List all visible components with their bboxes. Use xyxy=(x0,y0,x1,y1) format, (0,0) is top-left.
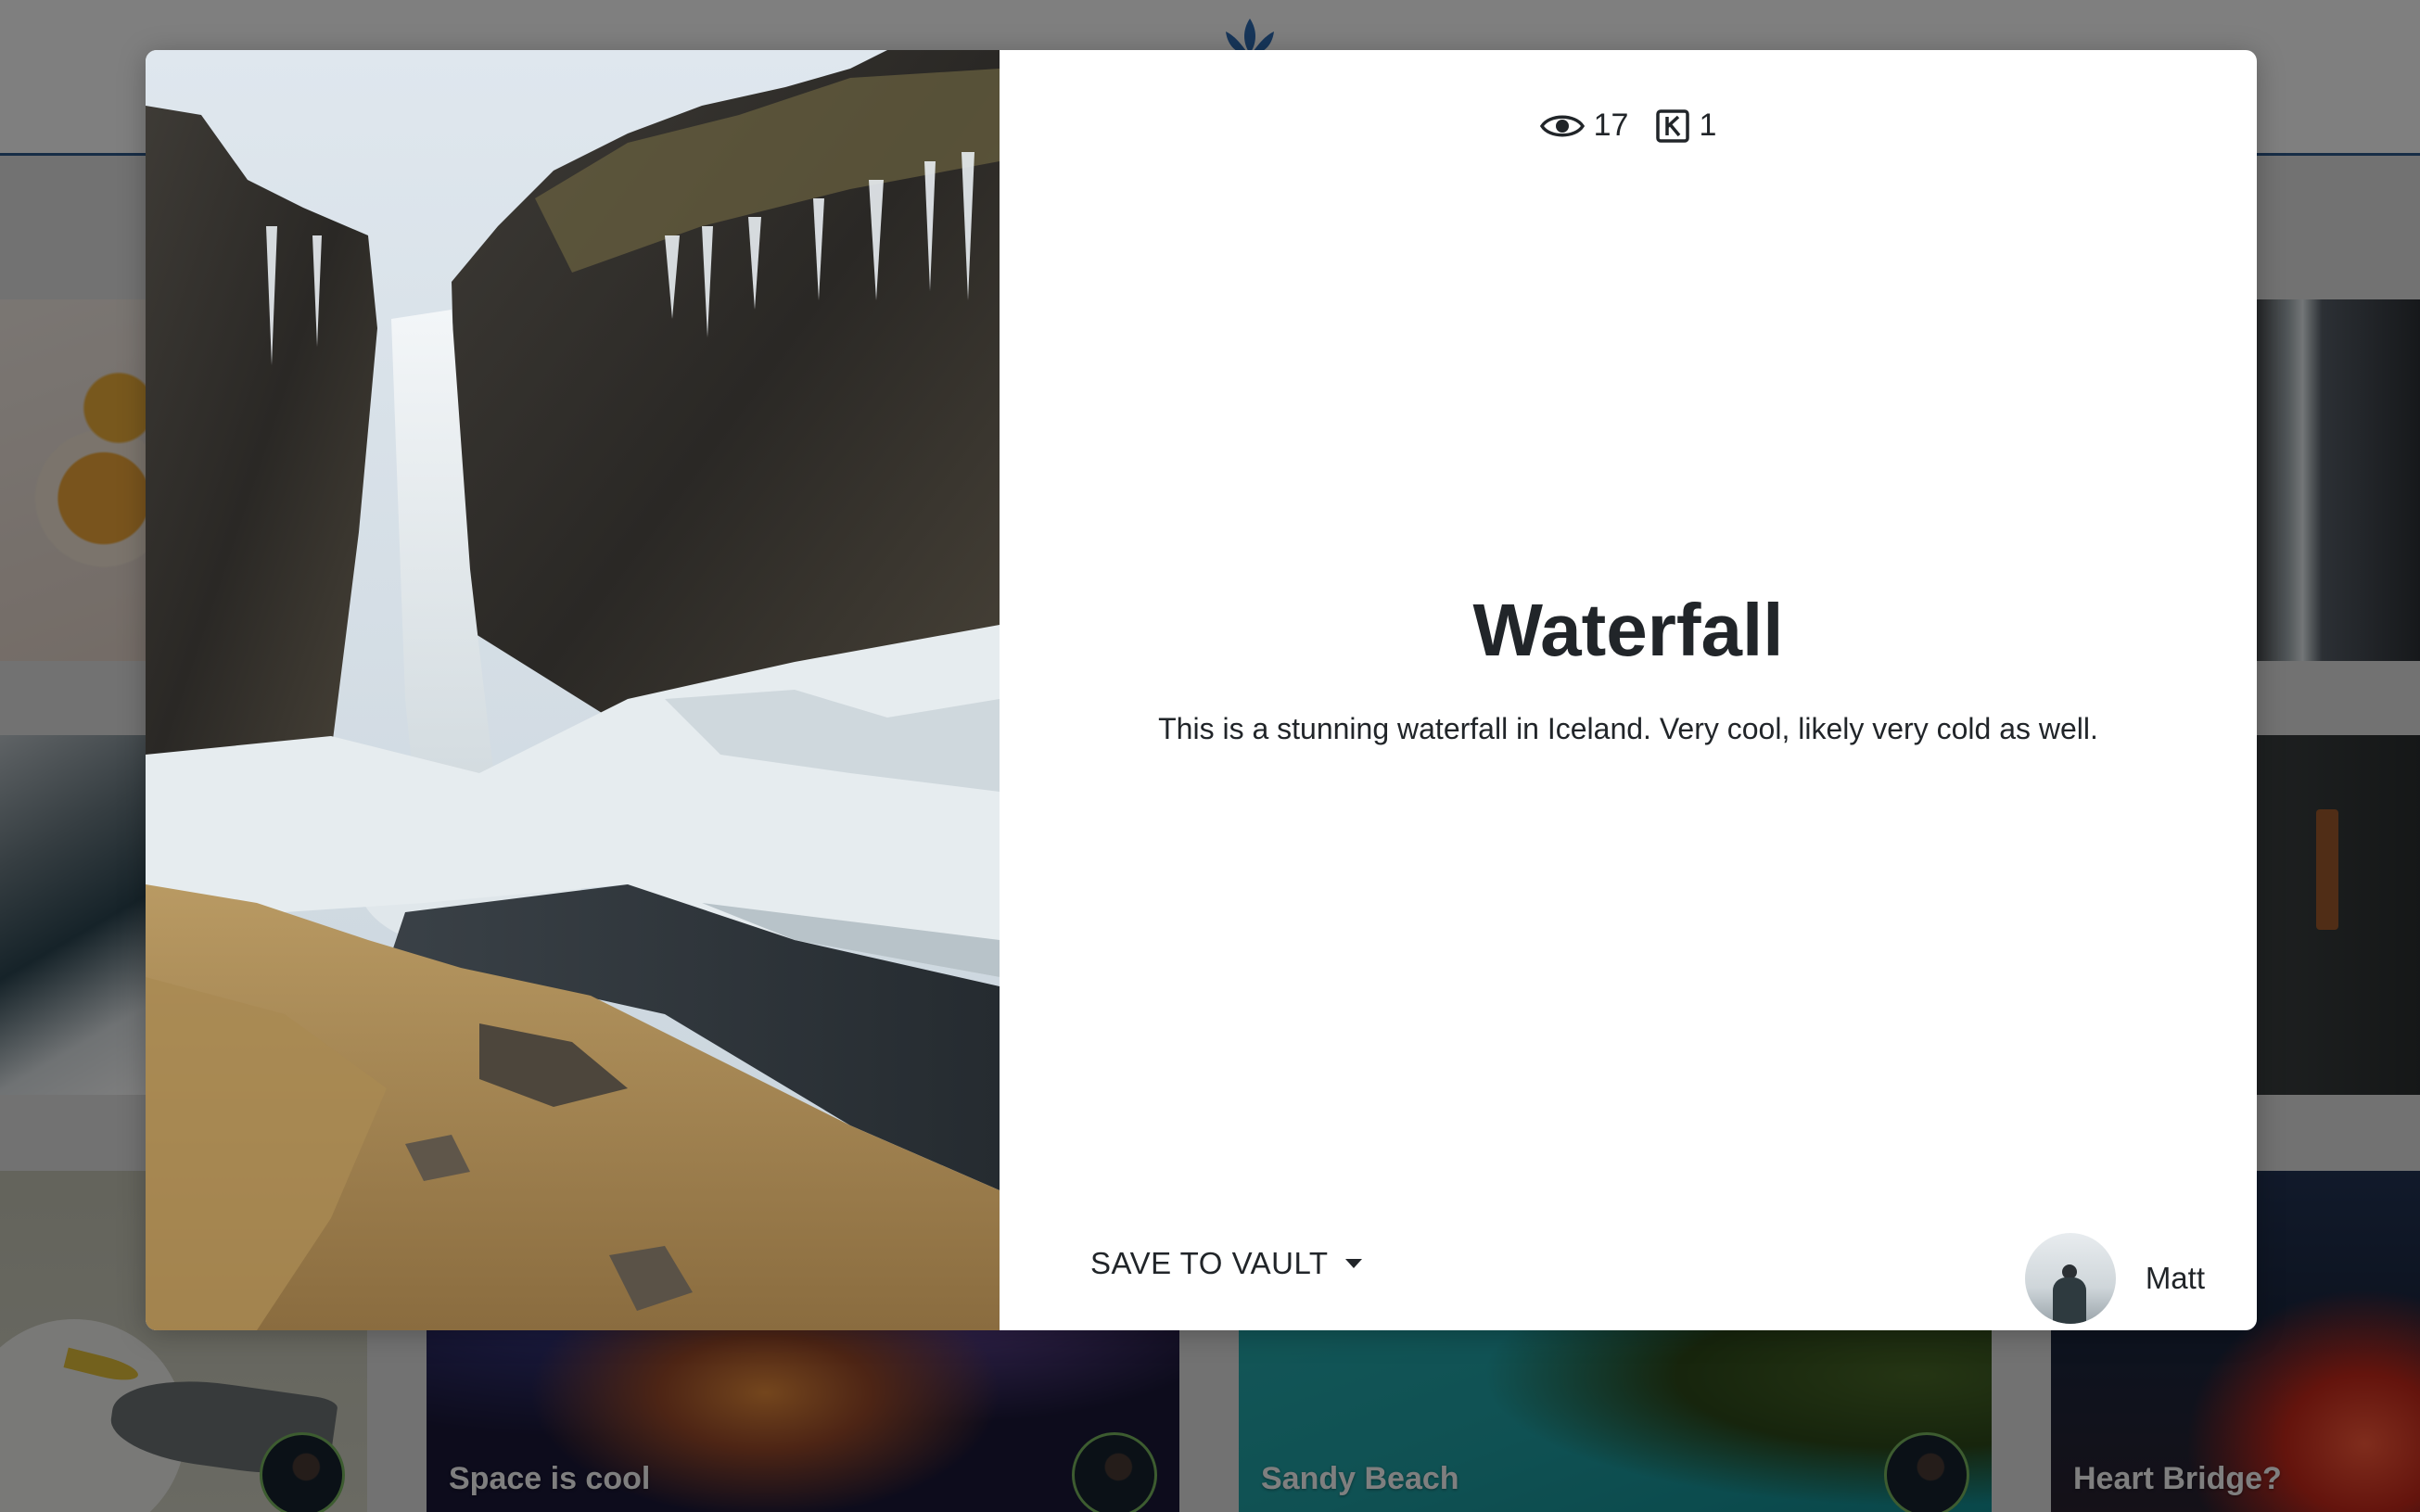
save-to-vault-button[interactable]: SAVE TO VAULT xyxy=(1090,1246,1362,1281)
k-square-icon xyxy=(1656,108,1690,143)
photo-description: This is a stunning waterfall in Iceland.… xyxy=(1158,712,2098,745)
author-info[interactable]: Matt xyxy=(2024,1233,2205,1324)
photo-image xyxy=(146,50,1000,1330)
photo-stats: 17 1 xyxy=(1000,108,2257,144)
photo-detail-modal: 17 1 Waterfall This is a stunning waterf… xyxy=(146,50,2257,1330)
caret-down-icon xyxy=(1344,1259,1362,1268)
views-stat: 17 xyxy=(1539,108,1629,144)
author-name[interactable]: Matt xyxy=(2146,1261,2205,1296)
eye-icon xyxy=(1539,115,1585,136)
photo-title: Waterfall xyxy=(1472,589,1784,671)
vault-stat: 1 xyxy=(1656,108,1716,144)
views-count: 17 xyxy=(1593,108,1629,143)
save-to-vault-label: SAVE TO VAULT xyxy=(1090,1246,1329,1280)
waterfall-image xyxy=(146,50,1000,1330)
vault-count: 1 xyxy=(1699,108,1717,143)
author-avatar[interactable] xyxy=(2024,1233,2116,1324)
photo-details-panel: 17 1 Waterfall This is a stunning waterf… xyxy=(1000,50,2257,1330)
